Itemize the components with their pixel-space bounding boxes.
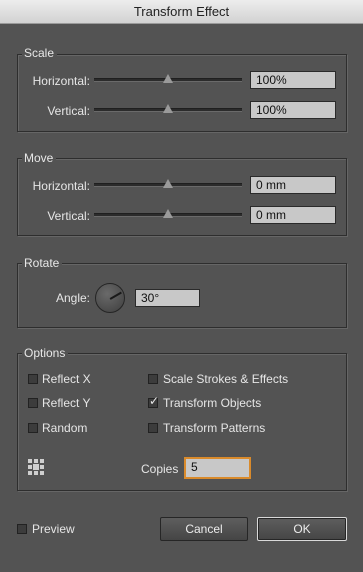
ref-point-mr[interactable]: [40, 465, 44, 469]
angle-dial-indicator: [109, 291, 122, 300]
ref-point-tc[interactable]: [34, 459, 38, 463]
move-vertical-thumb[interactable]: [163, 209, 173, 218]
rotate-legend: Rotate: [22, 256, 63, 270]
copies-field[interactable]: 5: [185, 458, 250, 478]
preview-checkbox[interactable]: [17, 524, 27, 534]
scale-legend: Scale: [22, 46, 58, 60]
scale-vertical-thumb[interactable]: [163, 104, 173, 113]
transform-patterns-checkbox[interactable]: [148, 423, 158, 433]
preview-label[interactable]: Preview: [32, 522, 75, 536]
scale-horizontal-thumb[interactable]: [163, 74, 173, 83]
copies-label: Copies: [141, 462, 179, 476]
ref-point-br[interactable]: [40, 471, 44, 475]
scale-vertical-label: Vertical:: [47, 104, 90, 118]
transform-patterns-label[interactable]: Transform Patterns: [163, 421, 265, 435]
ok-button[interactable]: OK: [257, 517, 347, 541]
reflect-x-checkbox[interactable]: [28, 374, 38, 384]
angle-dial[interactable]: [95, 283, 125, 313]
transform-objects-label[interactable]: Transform Objects: [163, 396, 261, 410]
angle-label: Angle:: [55, 291, 90, 305]
ref-point-tr[interactable]: [40, 459, 44, 463]
ref-point-tl[interactable]: [28, 459, 32, 463]
options-legend: Options: [22, 346, 69, 360]
reflect-y-checkbox[interactable]: [28, 398, 38, 408]
scale-horizontal-field[interactable]: 100%: [250, 71, 336, 89]
window-title: Transform Effect: [133, 4, 230, 19]
title-bar[interactable]: Transform Effect: [0, 0, 363, 24]
move-horizontal-thumb[interactable]: [163, 179, 173, 188]
random-checkbox[interactable]: [28, 423, 38, 433]
ref-point-bl[interactable]: [28, 471, 32, 475]
angle-field[interactable]: 30°: [135, 289, 200, 307]
ref-point-bc[interactable]: [34, 471, 38, 475]
checkmark-icon: ✓: [149, 394, 160, 408]
scale-strokes-checkbox[interactable]: [148, 374, 158, 384]
move-vertical-field[interactable]: 0 mm: [250, 206, 336, 224]
ref-point-center[interactable]: [33, 464, 39, 470]
scale-vertical-field[interactable]: 100%: [250, 101, 336, 119]
transform-objects-checkbox[interactable]: ✓: [148, 394, 160, 408]
reference-point-icon[interactable]: [28, 459, 44, 475]
ref-point-ml[interactable]: [28, 465, 32, 469]
reflect-y-label[interactable]: Reflect Y: [42, 396, 90, 410]
move-horizontal-label: Horizontal:: [32, 179, 90, 193]
reflect-x-label[interactable]: Reflect X: [42, 372, 91, 386]
cancel-button[interactable]: Cancel: [160, 517, 248, 541]
move-legend: Move: [22, 151, 57, 165]
scale-panel: [17, 54, 347, 132]
scale-horizontal-label: Horizontal:: [32, 74, 90, 88]
random-label[interactable]: Random: [42, 421, 87, 435]
move-horizontal-field[interactable]: 0 mm: [250, 176, 336, 194]
move-panel: [17, 158, 347, 236]
scale-strokes-label[interactable]: Scale Strokes & Effects: [163, 372, 288, 386]
move-vertical-label: Vertical:: [47, 209, 90, 223]
